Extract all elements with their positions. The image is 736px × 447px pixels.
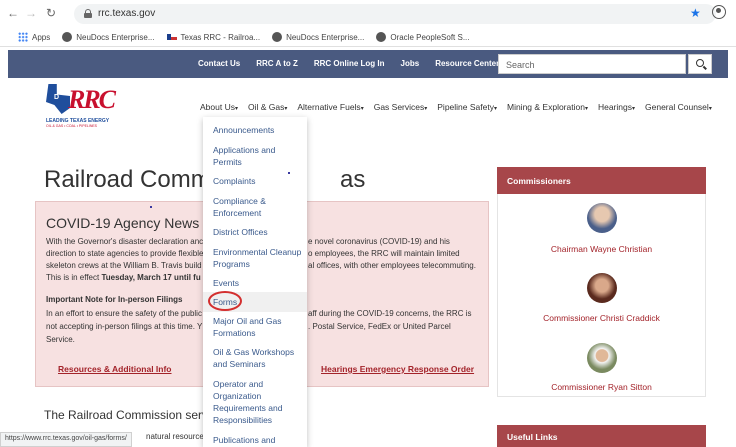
commissioners-header: Commissioners <box>497 167 706 194</box>
rrc-logo[interactable]: D RRC LEADING TEXAS ENERGY OIL & GAS • C… <box>46 84 116 130</box>
useful-links-header: Useful Links <box>497 425 706 447</box>
bookmark-star-icon[interactable]: ★ <box>690 6 701 20</box>
dropdown-item-environmental-cleanup[interactable]: Environmental Cleanup Programs <box>213 246 301 270</box>
lock-icon <box>84 9 92 18</box>
nav-pipeline-safety[interactable]: Pipeline Safety▾ <box>437 102 497 112</box>
search-button[interactable] <box>688 54 712 74</box>
dropdown-item-events[interactable]: Events <box>213 277 239 289</box>
url-text[interactable]: rrc.texas.gov <box>98 8 155 19</box>
commissioner-link-craddick[interactable]: Commissioner Christi Craddick <box>497 313 706 323</box>
dropdown-item-workshops-seminars[interactable]: Oil & Gas Workshops and Seminars <box>213 346 294 370</box>
bookmarks-bar: Apps NeuDocs Enterprise... Texas RRC - R… <box>18 30 470 44</box>
commissioner-avatar[interactable] <box>587 203 617 233</box>
nav-about-us[interactable]: About Us▾ <box>200 102 238 112</box>
nav-hearings[interactable]: Hearings▾ <box>598 102 635 112</box>
dropdown-item-compliance-enforcement[interactable]: Compliance & Enforcement <box>213 195 266 219</box>
globe-icon <box>62 32 73 42</box>
note-heading: Important Note for In-person Filings <box>46 295 183 304</box>
dropdown-item-district-offices[interactable]: District Offices <box>213 226 268 238</box>
dropdown-item-applications-permits[interactable]: Applications and Permits <box>213 144 275 168</box>
apps-grid-icon <box>18 32 28 42</box>
bookmark-apps[interactable]: Apps <box>18 32 50 42</box>
nav-gas-services[interactable]: Gas Services▾ <box>374 102 428 112</box>
commissioner-avatar[interactable] <box>587 343 617 373</box>
jobs-link[interactable]: Jobs <box>401 59 420 68</box>
commissioner-link-sitton[interactable]: Commissioner Ryan Sitton <box>497 382 706 392</box>
cursor-dot <box>150 206 152 208</box>
covid-heading: COVID-19 Agency News <box>46 215 200 231</box>
dropdown-item-operator-requirements[interactable]: Operator and Organization Requirements and… <box>213 378 282 426</box>
bookmark-oracle[interactable]: Oracle PeopleSoft S... <box>376 32 470 42</box>
cursor-dot <box>288 172 290 174</box>
globe-icon <box>376 32 387 42</box>
profile-icon[interactable] <box>712 5 726 19</box>
dropdown-item-publications[interactable]: Publications and <box>213 434 275 446</box>
browser-status-bar: https://www.rrc.texas.gov/oil-gas/forms/ <box>0 432 132 447</box>
nav-alternative-fuels[interactable]: Alternative Fuels▾ <box>297 102 363 112</box>
search-input[interactable]: Search <box>498 54 686 74</box>
top-utility-bar: Contact Us RRC A to Z RRC Online Log In … <box>8 50 728 78</box>
globe-icon <box>272 32 283 42</box>
nav-oil-gas[interactable]: Oil & Gas▾ <box>248 102 287 112</box>
main-navigation: About Us▾ Oil & Gas▾ Alternative Fuels▾ … <box>200 102 712 112</box>
nav-general-counsel[interactable]: General Counsel▾ <box>645 102 712 112</box>
commissioner-link-christian[interactable]: Chairman Wayne Christian <box>497 244 706 254</box>
forward-arrow-icon[interactable]: → <box>24 6 38 20</box>
nav-mining-exploration[interactable]: Mining & Exploration▾ <box>507 102 588 112</box>
oil-gas-dropdown: Announcements Applications and Permits Co… <box>203 117 307 447</box>
commissioner-avatar[interactable] <box>587 273 617 303</box>
dropdown-item-major-formations[interactable]: Major Oil and Gas Formations <box>213 315 282 339</box>
dropdown-item-announcements[interactable]: Announcements <box>213 124 274 136</box>
bookmark-neudocs-1[interactable]: NeuDocs Enterprise... <box>62 32 155 42</box>
forms-highlight-circle <box>208 291 242 311</box>
contact-us-link[interactable]: Contact Us <box>198 59 240 68</box>
address-bar[interactable]: rrc.texas.gov <box>74 4 716 24</box>
back-arrow-icon[interactable]: ← <box>6 6 20 20</box>
texas-flag-icon <box>166 34 177 40</box>
bookmark-texas-rrc[interactable]: Texas RRC - Railroa... <box>166 33 260 42</box>
reload-icon[interactable]: ↻ <box>44 6 58 20</box>
hearings-emergency-link[interactable]: Hearings Emergency Response Order <box>321 364 474 374</box>
browser-chrome: ← → ↻ rrc.texas.gov ★ Apps NeuDocs Enter… <box>0 0 736 47</box>
rrc-a-to-z-link[interactable]: RRC A to Z <box>256 59 298 68</box>
dropdown-item-complaints[interactable]: Complaints <box>213 175 256 187</box>
bookmark-neudocs-2[interactable]: NeuDocs Enterprise... <box>272 32 364 42</box>
rrc-online-login-link[interactable]: RRC Online Log In <box>314 59 385 68</box>
resource-center-link[interactable]: Resource Center <box>435 59 499 68</box>
search-icon <box>696 59 704 67</box>
resources-link[interactable]: Resources & Additional Info <box>58 364 172 374</box>
